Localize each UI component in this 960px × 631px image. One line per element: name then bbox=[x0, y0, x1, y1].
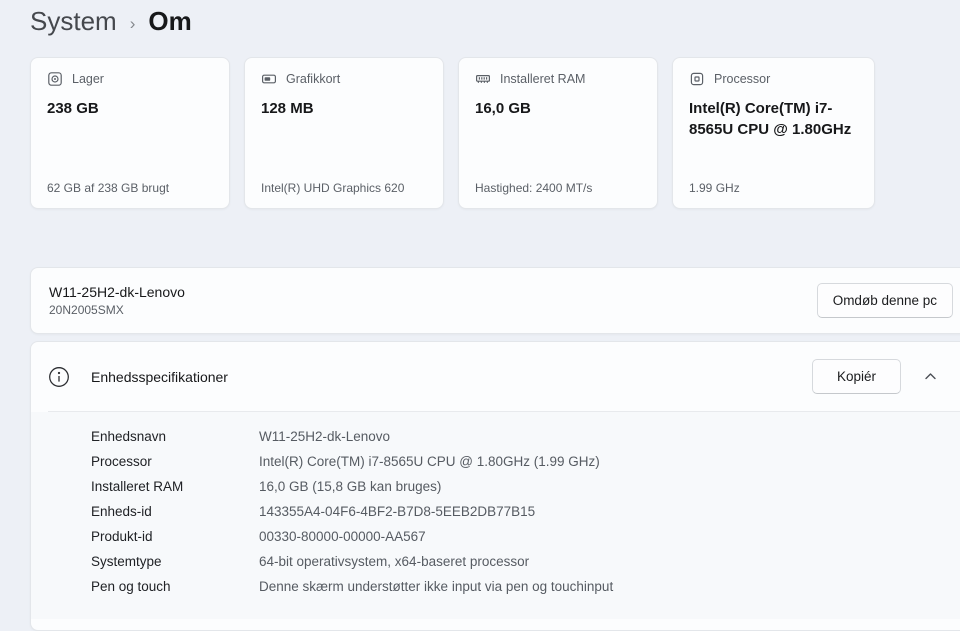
spec-row-system-type: Systemtype 64-bit operativsystem, x64-ba… bbox=[91, 549, 960, 574]
spec-row-processor: Processor Intel(R) Core(TM) i7-8565U CPU… bbox=[91, 449, 960, 474]
device-name: W11-25H2-dk-Lenovo bbox=[49, 284, 185, 300]
spec-value: 64-bit operativsystem, x64-baseret proce… bbox=[259, 554, 530, 569]
device-model: 20N2005SMX bbox=[49, 303, 124, 317]
spec-value: 16,0 GB (15,8 GB kan bruges) bbox=[259, 479, 442, 494]
processor-card-value: Intel(R) Core(TM) i7-8565U CPU @ 1.80GHz bbox=[689, 100, 852, 138]
spec-label: Systemtype bbox=[91, 554, 162, 569]
spec-value: W11-25H2-dk-Lenovo bbox=[259, 429, 391, 444]
page-title: Om bbox=[148, 6, 192, 36]
device-name-panel: W11-25H2-dk-Lenovo 20N2005SMX Omdøb denn… bbox=[30, 267, 960, 334]
device-specs-content: Enhedsnavn W11-25H2-dk-Lenovo Processor … bbox=[31, 412, 960, 619]
spec-row-device-id: Enheds-id 143355A4-04F6-4BF2-B7D8-5EEB2D… bbox=[91, 499, 960, 524]
graphics-card-label: Grafikkort bbox=[286, 72, 341, 86]
ram-card: Installeret RAM 16,0 GB Hastighed: 2400 … bbox=[458, 57, 658, 209]
storage-card-caption: 62 GB af 238 GB brugt bbox=[47, 181, 170, 195]
device-specs-panel: Enhedsspecifikationer Kopiér Enhedsnavn … bbox=[30, 341, 960, 631]
copy-button[interactable]: Kopiér bbox=[811, 359, 901, 394]
processor-card-caption: 1.99 GHz bbox=[689, 181, 740, 195]
breadcrumb-separator-icon: › bbox=[129, 13, 136, 33]
storage-card: Lager 238 GB 62 GB af 238 GB brugt bbox=[30, 57, 230, 209]
storage-card-value: 238 GB bbox=[47, 100, 99, 117]
processor-card: Processor Intel(R) Core(TM) i7-8565U CPU… bbox=[672, 57, 875, 209]
ram-card-caption: Hastighed: 2400 MT/s bbox=[475, 181, 593, 195]
ram-icon bbox=[476, 74, 491, 83]
graphics-card-value: 128 MB bbox=[261, 100, 314, 117]
spec-label: Enhedsnavn bbox=[91, 429, 167, 444]
spec-value: 143355A4-04F6-4BF2-B7D8-5EEB2DB77B15 bbox=[259, 504, 536, 519]
spec-value: Intel(R) Core(TM) i7-8565U CPU @ 1.80GHz… bbox=[259, 454, 600, 469]
spec-label: Enheds-id bbox=[91, 504, 152, 519]
processor-card-label: Processor bbox=[714, 72, 771, 86]
device-specs-title: Enhedsspecifikationer bbox=[91, 368, 228, 385]
spec-label: Pen og touch bbox=[91, 579, 171, 594]
storage-icon bbox=[48, 72, 62, 86]
spec-label: Installeret RAM bbox=[91, 479, 184, 494]
spec-label: Produkt-id bbox=[91, 529, 153, 544]
info-icon bbox=[49, 366, 69, 387]
rename-pc-button[interactable]: Omdøb denne pc bbox=[816, 283, 953, 318]
gpu-icon bbox=[262, 74, 277, 84]
breadcrumb-system-link[interactable]: System bbox=[30, 6, 117, 37]
spec-label: Processor bbox=[91, 454, 152, 469]
summary-cards-row: Lager 238 GB 62 GB af 238 GB brugt Grafi… bbox=[30, 57, 875, 209]
storage-card-label: Lager bbox=[72, 72, 104, 86]
spec-value: 00330-80000-00000-AA567 bbox=[259, 529, 426, 544]
spec-value: Denne skærm understøtter ikke input via … bbox=[259, 579, 614, 594]
collapse-expander-button[interactable] bbox=[915, 362, 945, 392]
spec-row-pen-touch: Pen og touch Denne skærm understøtter ik… bbox=[91, 574, 960, 599]
graphics-card-caption: Intel(R) UHD Graphics 620 bbox=[261, 181, 405, 195]
ram-card-value: 16,0 GB bbox=[475, 100, 531, 117]
chevron-up-icon bbox=[924, 373, 936, 380]
spec-row-product-id: Produkt-id 00330-80000-00000-AA567 bbox=[91, 524, 960, 549]
spec-row-installed-ram: Installeret RAM 16,0 GB (15,8 GB kan bru… bbox=[91, 474, 960, 499]
ram-card-label: Installeret RAM bbox=[500, 72, 586, 86]
cpu-icon bbox=[690, 72, 704, 86]
device-specs-expander-header[interactable]: Enhedsspecifikationer Kopiér bbox=[31, 342, 960, 411]
breadcrumb: System › Om bbox=[30, 6, 192, 37]
spec-row-device-name: Enhedsnavn W11-25H2-dk-Lenovo bbox=[91, 424, 960, 449]
graphics-card: Grafikkort 128 MB Intel(R) UHD Graphics … bbox=[244, 57, 444, 209]
